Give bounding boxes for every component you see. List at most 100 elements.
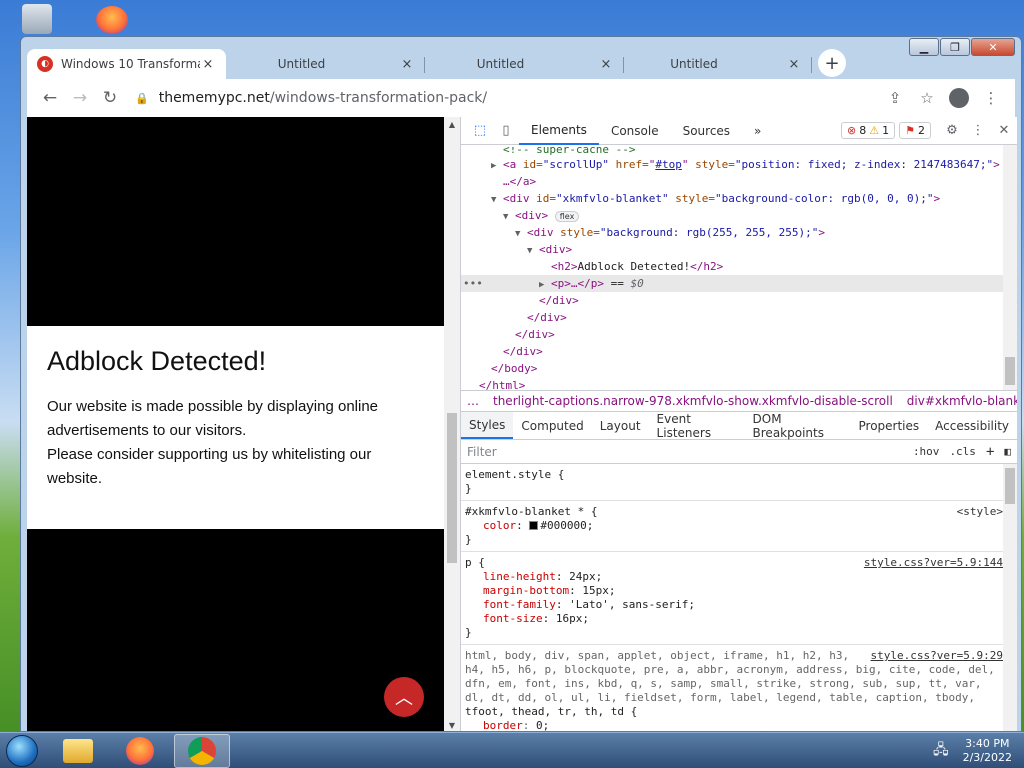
dom-node-close-div[interactable]: </div> xyxy=(461,326,1017,343)
tab-close-icon[interactable]: × xyxy=(598,57,614,72)
dom-node-p-selected[interactable]: ••• ▶ <p>…</p> == $0 xyxy=(461,275,1017,292)
collapse-triangle-icon[interactable]: ▼ xyxy=(515,226,527,243)
dom-node-h2[interactable]: <h2>Adblock Detected!</h2> xyxy=(461,258,1017,275)
scroll-down-arrow-icon[interactable]: ▼ xyxy=(444,721,460,730)
profile-button[interactable] xyxy=(943,83,975,113)
rule-p[interactable]: p { style.css?ver=5.9:144 line-height: 2… xyxy=(461,552,1017,645)
lock-icon[interactable]: 🔒 xyxy=(135,92,149,105)
breadcrumb-more[interactable]: … xyxy=(467,394,479,408)
tab-computed[interactable]: Computed xyxy=(513,412,591,439)
device-toolbar-icon[interactable]: ▯ xyxy=(493,123,519,138)
flex-badge[interactable]: flex xyxy=(554,211,580,222)
breadcrumb-body[interactable]: therlight-captions.narrow-978.xkmfvlo-sh… xyxy=(493,394,893,408)
rule-source-link[interactable]: style.css?ver=5.9:29 xyxy=(866,649,1003,662)
bookmark-star-icon[interactable]: ☆ xyxy=(911,83,943,113)
rule-source[interactable]: <style> xyxy=(957,505,1003,518)
tab-sources[interactable]: Sources xyxy=(671,117,742,145)
styles-scrollbar[interactable] xyxy=(1003,464,1017,731)
tab-dom-breakpoints[interactable]: DOM Breakpoints xyxy=(745,412,851,440)
issues-badge[interactable]: ⚑ 2 xyxy=(899,122,931,139)
kebab-menu-icon[interactable]: ⋮ xyxy=(965,123,991,138)
scroll-up-button[interactable]: ︿ xyxy=(384,677,424,717)
tab-close-icon[interactable]: × xyxy=(200,57,216,72)
expand-triangle-icon[interactable]: ▶ xyxy=(491,158,503,175)
taskbar-firefox[interactable] xyxy=(112,734,168,768)
node-actions-icon[interactable]: ••• xyxy=(461,275,539,292)
dom-node-blanket[interactable]: ▼ <div id="xkmfvlo-blanket" style="backgr… xyxy=(461,190,1017,207)
tab-event-listeners[interactable]: Event Listeners xyxy=(649,412,745,440)
dom-node-close-a[interactable]: …</a> xyxy=(461,173,1017,190)
inspect-element-icon[interactable]: ⬚ xyxy=(467,123,493,138)
collapse-triangle-icon[interactable]: ▼ xyxy=(527,243,539,260)
maximize-button[interactable]: ❐ xyxy=(940,38,970,56)
collapse-triangle-icon[interactable]: ▼ xyxy=(503,209,515,226)
address-bar[interactable]: 🔒 thememypc.net/windows-transformation-p… xyxy=(125,84,879,112)
tab-untitled[interactable]: Untitled × xyxy=(425,49,624,79)
page-scrollbar[interactable]: ▲ ▼ xyxy=(444,117,460,731)
firefox-desktop-icon[interactable] xyxy=(96,6,128,34)
rule-source-link[interactable]: style.css?ver=5.9:144 xyxy=(864,556,1003,569)
rule-property[interactable]: font-size: 16px; xyxy=(465,612,1013,626)
page-scroll-thumb[interactable] xyxy=(447,413,457,563)
tab-properties[interactable]: Properties xyxy=(851,412,928,439)
tab-close-icon[interactable]: × xyxy=(399,57,415,72)
forward-button[interactable]: → xyxy=(65,83,95,113)
rule-property[interactable]: margin-bottom: 15px; xyxy=(465,584,1013,598)
dom-node-div-inner[interactable]: ▼ <div> xyxy=(461,241,1017,258)
rule-property[interactable]: font-family: 'Lato', sans-serif; xyxy=(465,598,1013,612)
reload-button[interactable]: ↻ xyxy=(95,83,125,113)
share-icon[interactable]: ⇪ xyxy=(879,83,911,113)
tab-untitled[interactable]: Untitled × xyxy=(624,49,812,79)
collapse-triangle-icon[interactable]: ▼ xyxy=(491,192,503,209)
tab-styles[interactable]: Styles xyxy=(461,412,514,439)
dom-node-close-div[interactable]: </div> xyxy=(461,309,1017,326)
more-tabs-button[interactable]: » xyxy=(742,117,773,145)
tab-console[interactable]: Console xyxy=(599,117,671,145)
styles-scroll-thumb[interactable] xyxy=(1005,468,1015,504)
start-button[interactable] xyxy=(0,733,44,768)
rule-blanket[interactable]: #xkmfvlo-blanket * { <style> color: #000… xyxy=(461,501,1017,552)
close-window-button[interactable]: ✕ xyxy=(971,38,1015,56)
tab-untitled[interactable]: Untitled × xyxy=(226,49,425,79)
clock[interactable]: 3:40 PM 2/3/2022 xyxy=(963,737,1012,765)
tab-close-icon[interactable]: × xyxy=(786,57,802,72)
dom-scrollbar[interactable] xyxy=(1003,145,1017,390)
recycle-bin-icon[interactable] xyxy=(22,4,52,34)
dom-node-scrollup[interactable]: ▶ <a id="scrollUp" href="#top" style="pos… xyxy=(461,156,1017,173)
taskbar-explorer[interactable] xyxy=(50,734,106,768)
dom-node-close-body[interactable]: </body> xyxy=(461,360,1017,377)
network-icon[interactable]: 🖧 xyxy=(933,739,949,763)
tab-accessibility[interactable]: Accessibility xyxy=(927,412,1017,439)
rule-property[interactable]: color: #000000; xyxy=(465,519,1013,533)
rule-element-style[interactable]: element.style { } xyxy=(461,464,1017,501)
cls-toggle[interactable]: .cls xyxy=(949,445,976,458)
tab-elements[interactable]: Elements xyxy=(519,117,599,145)
filter-input[interactable]: Filter xyxy=(467,445,903,459)
dom-node-close-div[interactable]: </div> xyxy=(461,343,1017,360)
url-path: /windows-transformation-pack/ xyxy=(269,90,488,106)
toggle-sidebar-icon[interactable]: ◧ xyxy=(1004,445,1011,458)
href-link[interactable]: #top xyxy=(655,158,682,171)
new-rule-button[interactable]: + xyxy=(986,444,994,460)
taskbar-chrome[interactable] xyxy=(174,733,230,768)
breadcrumb-blanket[interactable]: div#xkmfvlo-blanket xyxy=(907,394,1017,408)
back-button[interactable]: ← xyxy=(35,83,65,113)
tab-active[interactable]: ◐ Windows 10 Transformat × xyxy=(27,49,226,79)
dom-node-div-flex[interactable]: ▼ <div> flex xyxy=(461,207,1017,224)
rule-property[interactable]: border: 0; xyxy=(465,719,1013,731)
tab-layout[interactable]: Layout xyxy=(592,412,649,439)
new-tab-button[interactable]: + xyxy=(818,49,846,77)
scroll-up-arrow-icon[interactable]: ▲ xyxy=(444,120,460,129)
close-icon[interactable]: ✕ xyxy=(991,123,1017,138)
gear-icon[interactable]: ⚙ xyxy=(939,123,965,138)
menu-kebab-icon[interactable]: ⋮ xyxy=(975,83,1007,113)
dom-node-div-white[interactable]: ▼ <div style="background: rgb(255, 255, 2… xyxy=(461,224,1017,241)
error-warning-badge[interactable]: ⊗ 8 ⚠ 1 xyxy=(841,122,896,139)
dom-node-close-div[interactable]: </div> xyxy=(461,292,1017,309)
hov-toggle[interactable]: :hov xyxy=(913,445,940,458)
dom-node-close-html[interactable]: </html> xyxy=(461,377,1017,390)
rule-property[interactable]: line-height: 24px; xyxy=(465,570,1013,584)
dom-scroll-thumb[interactable] xyxy=(1005,357,1015,385)
rule-reset[interactable]: html, body, div, span, applet, object, i… xyxy=(461,645,1017,731)
color-swatch-icon[interactable] xyxy=(529,521,539,530)
